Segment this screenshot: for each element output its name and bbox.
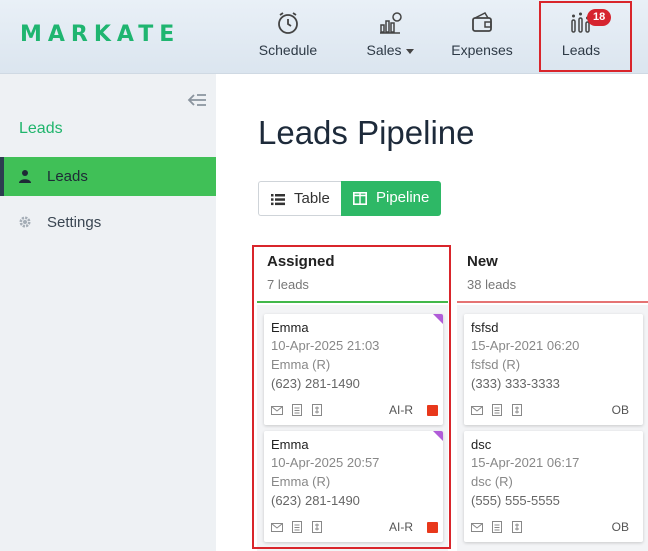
bar-chart-dollar-icon <box>380 12 402 34</box>
column-lead-count: 38 leads <box>467 277 517 292</box>
sidebar-item-leads[interactable]: Leads <box>0 157 216 196</box>
wallet-icon <box>472 12 492 32</box>
mail-icon[interactable] <box>471 522 483 533</box>
column-header-new: New 38 leads <box>457 243 648 303</box>
collapse-sidebar-icon[interactable] <box>186 92 208 108</box>
nav-expenses-label: Expenses <box>451 42 513 58</box>
column-name: New <box>467 253 498 270</box>
lead-name: fsfsd <box>471 320 499 335</box>
sidebar-item-label: Settings <box>47 214 102 231</box>
page-title: Leads Pipeline <box>258 114 475 151</box>
lead-phone: (555) 555-5555 <box>471 493 560 508</box>
clock-icon <box>278 12 298 34</box>
invoice-icon[interactable] <box>511 404 522 416</box>
lead-source-tag: OB <box>611 520 629 534</box>
sidebar <box>0 74 216 551</box>
app-logo[interactable]: MARKATE <box>20 22 180 47</box>
sidebar-item-settings[interactable]: Settings <box>0 203 216 242</box>
table-view-button[interactable]: Table <box>258 181 341 216</box>
lead-card[interactable]: fsfsd 15-Apr-2021 06:20 fsfsd (R) (333) … <box>464 314 643 425</box>
lead-card[interactable]: dsc 15-Apr-2021 06:17 dsc (R) (555) 555-… <box>464 431 643 542</box>
invoice-icon[interactable] <box>511 521 522 533</box>
chevron-down-icon <box>405 48 414 54</box>
lead-owner: fsfsd (R) <box>471 357 521 372</box>
gear-icon <box>19 216 31 228</box>
nav-sales[interactable]: Sales <box>358 0 422 74</box>
document-icon[interactable] <box>492 521 503 533</box>
leads-highlight-box <box>539 1 632 72</box>
nav-schedule[interactable]: Schedule <box>252 0 324 74</box>
lead-source-tag: OB <box>611 403 629 417</box>
document-icon[interactable] <box>492 404 503 416</box>
sidebar-item-label: Leads <box>47 168 88 185</box>
nav-sales-label: Sales <box>366 42 402 58</box>
assigned-column-highlight-box <box>252 245 451 549</box>
lead-date: 15-Apr-2021 06:17 <box>471 455 580 470</box>
columns-icon <box>353 192 367 205</box>
mail-icon[interactable] <box>471 405 483 416</box>
lead-name: dsc <box>471 437 492 452</box>
nav-expenses[interactable]: Expenses <box>446 0 518 74</box>
lead-owner: dsc (R) <box>471 474 513 489</box>
lead-date: 15-Apr-2021 06:20 <box>471 338 580 353</box>
pipeline-view-button[interactable]: Pipeline <box>341 181 441 216</box>
list-icon <box>271 194 285 206</box>
pipeline-view-label: Pipeline <box>376 189 430 206</box>
table-view-label: Table <box>294 190 330 207</box>
sidebar-title: Leads <box>19 120 63 137</box>
lead-phone: (333) 333-3333 <box>471 376 560 391</box>
person-icon <box>19 170 31 183</box>
nav-schedule-label: Schedule <box>258 42 318 58</box>
